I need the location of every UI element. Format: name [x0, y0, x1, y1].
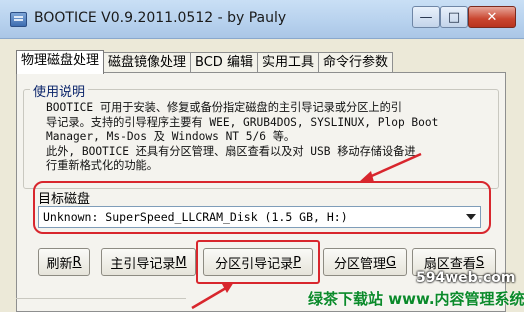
tab-utilities[interactable]: 实用工具: [256, 52, 319, 72]
partition-manage-button[interactable]: 分区管理 G: [323, 248, 407, 276]
maximize-button[interactable]: □: [440, 6, 468, 28]
target-disk-select[interactable]: Unknown: SuperSpeed_LLCRAM_Disk (1.5 GB,…: [38, 206, 481, 228]
pbr-hotkey: P: [293, 254, 301, 270]
tab-bcd-edit[interactable]: BCD 编辑: [190, 52, 258, 72]
target-disk-value: Unknown: SuperSpeed_LLCRAM_Disk (1.5 GB,…: [43, 210, 348, 224]
refresh-button[interactable]: 刷新 R: [38, 248, 90, 276]
mbr-label: 主引导记录: [110, 256, 176, 272]
app-window-icon: [10, 12, 27, 27]
tab-command-line[interactable]: 命令行参数: [317, 52, 393, 72]
maximize-icon: □: [447, 9, 461, 25]
tab-bar: 物理磁盘处理 磁盘镜像处理 BCD 编辑 实用工具 命令行参数: [16, 50, 393, 74]
window-title: BOOTICE V0.9.2011.0512 - by Pauly: [34, 10, 287, 26]
close-icon: ✕: [486, 9, 498, 25]
mbr-hotkey: M: [175, 254, 187, 270]
pbr-label: 分区引导记录: [215, 256, 294, 272]
usage-legend: 使用说明: [30, 81, 89, 100]
minimize-icon: —: [419, 9, 433, 25]
tab-physical-disk[interactable]: 物理磁盘处理: [16, 50, 105, 74]
partition-manage-label: 分区管理: [333, 256, 386, 272]
tab-disk-image[interactable]: 磁盘镜像处理: [103, 52, 192, 72]
target-disk-label: 目标磁盘: [38, 192, 91, 207]
lower-divider: [16, 298, 186, 311]
mbr-button[interactable]: 主引导记录 M: [101, 248, 196, 276]
close-button[interactable]: ✕: [468, 6, 516, 28]
watermark-site: 594web.com: [416, 270, 516, 286]
minimize-button[interactable]: —: [412, 6, 440, 28]
sector-view-hotkey: S: [475, 254, 485, 270]
chevron-down-icon[interactable]: [466, 214, 476, 220]
refresh-label: 刷新: [46, 256, 73, 272]
title-bar: BOOTICE V0.9.2011.0512 - by Pauly — □ ✕: [0, 0, 524, 39]
watermark-name: 绿茶下载站 www.内容管理系统: [308, 290, 524, 308]
partition-manage-hotkey: G: [385, 254, 397, 270]
annotation-arrow-pbr: [191, 282, 234, 310]
refresh-hotkey: R: [72, 254, 82, 270]
sector-view-label: 扇区查看: [423, 256, 476, 272]
pbr-button[interactable]: 分区引导记录 P: [203, 248, 313, 276]
